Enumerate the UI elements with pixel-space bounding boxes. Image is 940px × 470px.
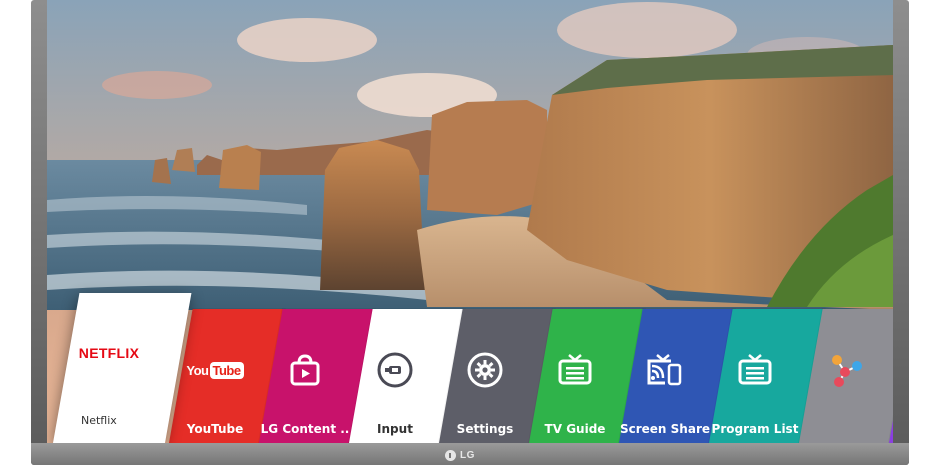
tile-program-list-label: Program List: [711, 422, 799, 436]
launcher-bar: You Tube YouTube LG Content .. Input Set…: [47, 293, 893, 443]
lg-content-store-icon: [284, 349, 326, 391]
netflix-logo: NETFLIX: [78, 345, 140, 361]
program-list-icon: [734, 349, 776, 391]
tile-input-label: Input: [377, 422, 413, 436]
lg-logo-mark-icon: [445, 449, 456, 461]
youtube-logo-icon: You Tube: [186, 349, 244, 391]
tv-guide-icon: [554, 349, 596, 391]
youtube-logo-you: You: [186, 362, 209, 378]
tile-lg-content-store-label: LG Content ..: [260, 422, 350, 436]
tile-tv-guide-label: TV Guide: [544, 422, 606, 436]
tile-netflix-label: Netflix: [81, 414, 117, 427]
youtube-logo-tube: Tube: [209, 361, 244, 379]
input-icon: [374, 349, 416, 391]
tile-youtube-label: YouTube: [186, 422, 244, 436]
screen-share-icon: [644, 349, 686, 391]
tile-app-molecule[interactable]: [799, 309, 893, 443]
gear-icon: [464, 349, 506, 391]
lg-logo-text: LG: [460, 449, 475, 461]
tv-screen: You Tube YouTube LG Content .. Input Set…: [47, 0, 893, 443]
tile-screen-share-label: Screen Share: [619, 422, 710, 436]
molecule-icon: [824, 349, 866, 391]
lg-logo: LG: [445, 448, 475, 462]
tile-settings-label: Settings: [456, 422, 514, 436]
